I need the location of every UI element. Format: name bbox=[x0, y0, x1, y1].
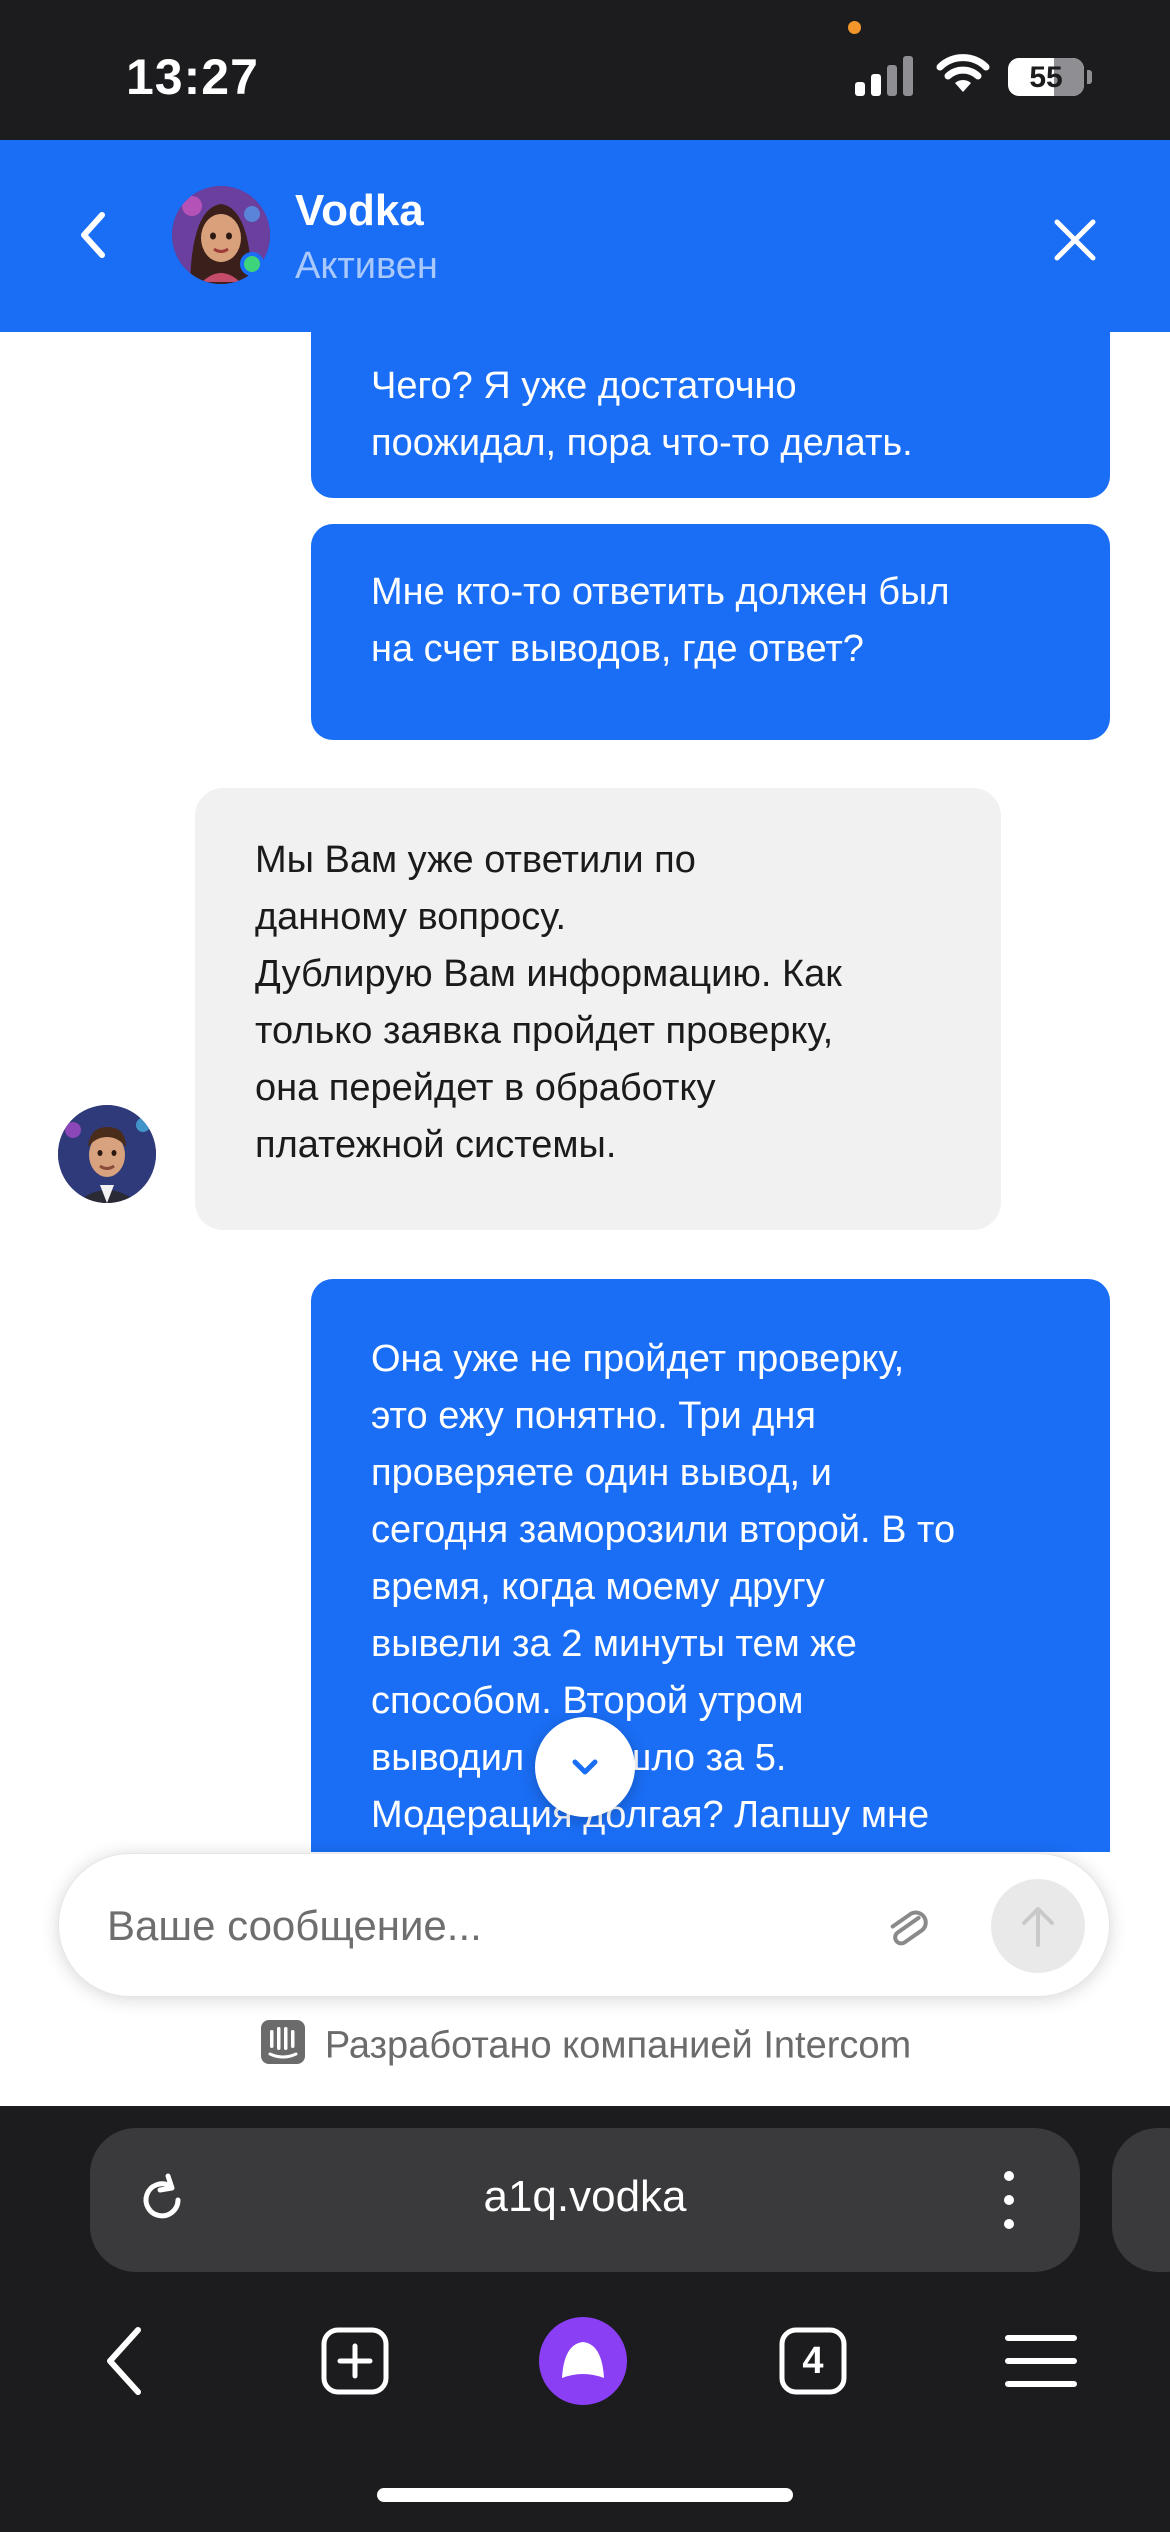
message-text: Мы Вам уже ответили по данному вопросу. … bbox=[255, 839, 842, 1166]
status-time: 13:27 bbox=[126, 49, 259, 105]
chevron-down-icon bbox=[572, 1759, 598, 1775]
scroll-down-button[interactable] bbox=[535, 1717, 635, 1817]
wifi-icon bbox=[936, 54, 990, 92]
send-button[interactable] bbox=[991, 1879, 1085, 1973]
home-indicator[interactable] bbox=[377, 2488, 793, 2502]
privacy-indicator-dot bbox=[848, 21, 861, 34]
agent-avatar bbox=[58, 1105, 156, 1203]
powered-by[interactable]: Разработано компанией Intercom bbox=[0, 2020, 1170, 2082]
message-bubble-user: Чего? Я уже достаточно поожидал, пора чт… bbox=[311, 332, 1110, 498]
online-status-dot bbox=[240, 252, 264, 276]
tab-count: 4 bbox=[802, 2340, 824, 2382]
message-text: Мне кто-то ответить должен был на счет в… bbox=[371, 571, 950, 670]
new-tab-icon[interactable] bbox=[310, 2316, 400, 2406]
chevron-left-icon[interactable] bbox=[60, 195, 130, 275]
menu-icon[interactable] bbox=[996, 2316, 1086, 2406]
message-bubble-agent: Мы Вам уже ответили по данному вопросу. … bbox=[195, 788, 1001, 1230]
more-vertical-icon[interactable] bbox=[994, 2166, 1024, 2234]
next-tab-preview[interactable] bbox=[1112, 2128, 1170, 2272]
alice-assistant-icon[interactable] bbox=[538, 2316, 628, 2406]
message-bubble-user: Мне кто-то ответить должен был на счет в… bbox=[311, 524, 1110, 740]
battery-tip bbox=[1087, 70, 1092, 84]
cellular-signal-icon bbox=[855, 56, 915, 96]
message-text: Она уже не пройдет проверку, это ежу пон… bbox=[371, 1338, 956, 1836]
battery-level: 55 bbox=[1029, 61, 1063, 94]
message-list[interactable]: Чего? Я уже достаточно поожидал, пора чт… bbox=[0, 332, 1170, 1852]
battery-icon: 55 bbox=[1008, 58, 1084, 96]
message-composer bbox=[58, 1853, 1110, 1997]
message-input[interactable] bbox=[107, 1890, 867, 1962]
back-arrow-icon[interactable] bbox=[82, 2316, 172, 2406]
contact-name: Vodka bbox=[295, 186, 424, 235]
browser-toolbar: a1q.vodka 4 bbox=[0, 2106, 1170, 2532]
contact-status: Активен bbox=[295, 245, 438, 287]
powered-by-text: Разработано компанией Intercom bbox=[324, 2024, 912, 2067]
status-bar: 13:27 55 bbox=[0, 0, 1170, 140]
address-bar[interactable]: a1q.vodka bbox=[90, 2128, 1080, 2272]
chat-header: Vodka Активен bbox=[0, 140, 1170, 332]
message-text: Чего? Я уже достаточно поожидал, пора чт… bbox=[371, 365, 913, 464]
url-text: a1q.vodka bbox=[483, 2172, 687, 2221]
paperclip-icon[interactable] bbox=[879, 1898, 935, 1954]
close-icon[interactable] bbox=[1040, 205, 1110, 275]
send-arrow-icon bbox=[1022, 1907, 1054, 1947]
message-bubble-user: Она уже не пройдет проверку, это ежу пон… bbox=[311, 1279, 1110, 1852]
intercom-logo-icon bbox=[260, 2020, 305, 2064]
tabs-button[interactable]: 4 bbox=[768, 2316, 858, 2406]
